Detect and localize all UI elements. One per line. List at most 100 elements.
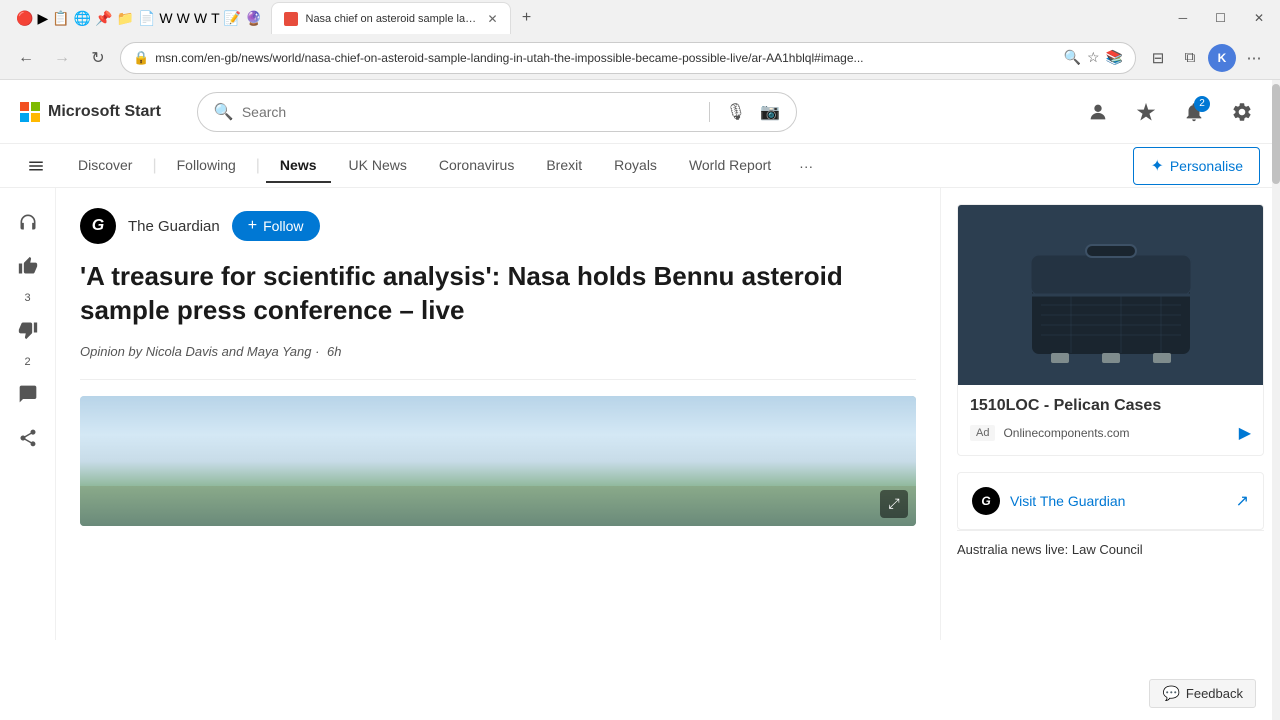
guardian-card-logo: G [972,487,1000,515]
browser-icon-2: ▶ [37,10,48,27]
search-input[interactable] [242,104,693,120]
msn-logo[interactable]: Microsoft Start [20,102,161,122]
hamburger-menu-icon[interactable] [20,150,52,182]
pelican-case-image [1011,215,1211,375]
active-browser-tab[interactable]: Nasa chief on asteroid sample landing in… [271,2,511,34]
nav-separator-2: | [256,157,260,175]
article-area: G The Guardian + Follow 'A treasure for … [56,188,940,640]
user-profile-icon[interactable] [1080,94,1116,130]
nav-item-uk-news[interactable]: UK News [335,149,421,183]
search-bar[interactable]: 🔍 🎙 📷 [197,92,797,132]
more-sidebar-icon[interactable]: ⋮ [10,632,46,640]
new-tab-button[interactable]: + [515,6,539,30]
right-sidebar: 1510LOC - Pelican Cases Ad Onlinecompone… [940,188,1280,640]
toolbar-icons: ⊟ ⧉ K ⋯ [1144,44,1268,72]
scrollbar-thumb[interactable] [1272,84,1280,184]
tab-favicon [284,12,298,26]
nav-item-news[interactable]: News [266,149,331,183]
back-button[interactable]: ← [12,44,40,72]
thumbs-up-sidebar-icon[interactable] [10,248,46,284]
ad-label: Ad [970,425,995,441]
url-text: msn.com/en-gb/news/world/nasa-chief-on-a… [155,51,1057,65]
minimize-button[interactable]: ─ [1171,7,1196,29]
nav-item-discover[interactable]: Discover [64,149,146,183]
tab-close-button[interactable]: ✕ [487,12,497,26]
browser-icon-4: 🌐 [74,10,91,27]
tab-title: Nasa chief on asteroid sample landing in… [306,13,480,25]
settings-icon[interactable] [1224,94,1260,130]
refresh-button[interactable]: ↻ [84,44,112,72]
personalise-button[interactable]: ✦ Personalise [1133,147,1260,185]
msn-logo-text: Microsoft Start [48,103,161,121]
article-author: Opinion by Nicola Davis and Maya Yang [80,344,311,359]
favorites-icon[interactable]: ☆ [1087,49,1100,66]
browser-icon-12: 📝 [224,10,241,27]
ad-source: Onlinecomponents.com [1003,426,1230,440]
browser-icon-1: 🔴 [16,10,33,27]
article-image: ⤢ [80,396,916,526]
browser-icon-10: W [194,10,207,27]
nav-item-brexit[interactable]: Brexit [532,149,596,183]
article-title: 'A treasure for scientific analysis': Na… [80,260,916,328]
profile-icon[interactable]: K [1208,44,1236,72]
voice-search-icon[interactable]: 🎙 [726,102,746,122]
camera-search-icon[interactable]: 📷 [760,102,780,122]
close-button[interactable]: ✕ [1246,7,1272,29]
ad-content: 1510LOC - Pelican Cases Ad Onlinecompone… [958,385,1263,455]
ad-image [958,205,1263,385]
search-icon[interactable]: 🔍 [1064,49,1081,66]
forward-button[interactable]: → [48,44,76,72]
personalise-label: Personalise [1170,158,1243,174]
rewards-icon[interactable] [1128,94,1164,130]
notification-badge: 2 [1194,96,1210,112]
window-controls: ─ ☐ ✕ [1171,7,1272,29]
collections-icon[interactable]: 📚 [1106,49,1123,66]
page-content: Microsoft Start 🔍 🎙 📷 2 [0,80,1280,640]
image-expand-button[interactable]: ⤢ [880,490,908,518]
msn-nav: Discover | Following | News UK News Coro… [0,144,1280,188]
comment-sidebar-icon[interactable] [10,376,46,412]
nav-item-following[interactable]: Following [163,149,250,183]
ad-title: 1510LOC - Pelican Cases [970,397,1251,415]
header-actions: 2 [1080,94,1260,130]
guardian-external-link-icon[interactable]: ↗ [1236,491,1249,511]
msn-logo-squares [20,102,40,122]
nav-item-royals[interactable]: Royals [600,149,671,183]
browser-icon-13: 🔮 [245,10,262,27]
headphones-sidebar-icon[interactable] [10,204,46,240]
address-bar[interactable]: 🔒 msn.com/en-gb/news/world/nasa-chief-on… [120,42,1136,74]
split-view-icon[interactable]: ⧉ [1176,44,1204,72]
thumbs-down-sidebar-icon[interactable] [10,312,46,348]
share-sidebar-icon[interactable] [10,420,46,456]
guardian-logo: G [80,208,116,244]
scrollbar[interactable] [1272,80,1280,720]
main-content: 3 2 ⋮ G The Guardian + Follow [0,188,1280,640]
article-source: G The Guardian + Follow [80,208,916,244]
personalise-star-icon: ✦ [1150,156,1163,176]
more-options-icon[interactable]: ⋯ [1240,44,1268,72]
source-name: The Guardian [128,218,220,235]
related-article-text[interactable]: Australia news live: Law Council [957,541,1264,559]
article-meta: Opinion by Nicola Davis and Maya Yang · … [80,344,916,359]
ad-report-icon[interactable]: ▶ [1239,423,1251,443]
guardian-visit-card: G Visit The Guardian ↗ [957,472,1264,530]
nav-more-button[interactable]: ··· [789,150,823,182]
browser-icon-8: W [159,10,172,27]
msn-header: Microsoft Start 🔍 🎙 📷 2 [0,80,1280,144]
article-separator [80,379,916,380]
follow-label: Follow [263,218,303,234]
browser-icon-3: 📋 [52,10,69,27]
related-article: Australia news live: Law Council [957,530,1264,569]
follow-button[interactable]: + Follow [232,211,320,241]
nav-item-world-report[interactable]: World Report [675,149,785,183]
sidebar-toggle-icon[interactable]: ⊟ [1144,44,1172,72]
notifications-icon[interactable]: 2 [1176,94,1212,130]
ad-footer: Ad Onlinecomponents.com ▶ [970,423,1251,443]
browser-icon-9: W [177,10,190,27]
nav-item-coronavirus[interactable]: Coronavirus [425,149,528,183]
search-bar-icon: 🔍 [214,102,234,122]
article-meta-dot: · [311,344,323,359]
maximize-button[interactable]: ☐ [1207,7,1234,29]
guardian-visit-link[interactable]: Visit The Guardian [1010,493,1226,509]
lock-icon: 🔒 [133,50,149,66]
